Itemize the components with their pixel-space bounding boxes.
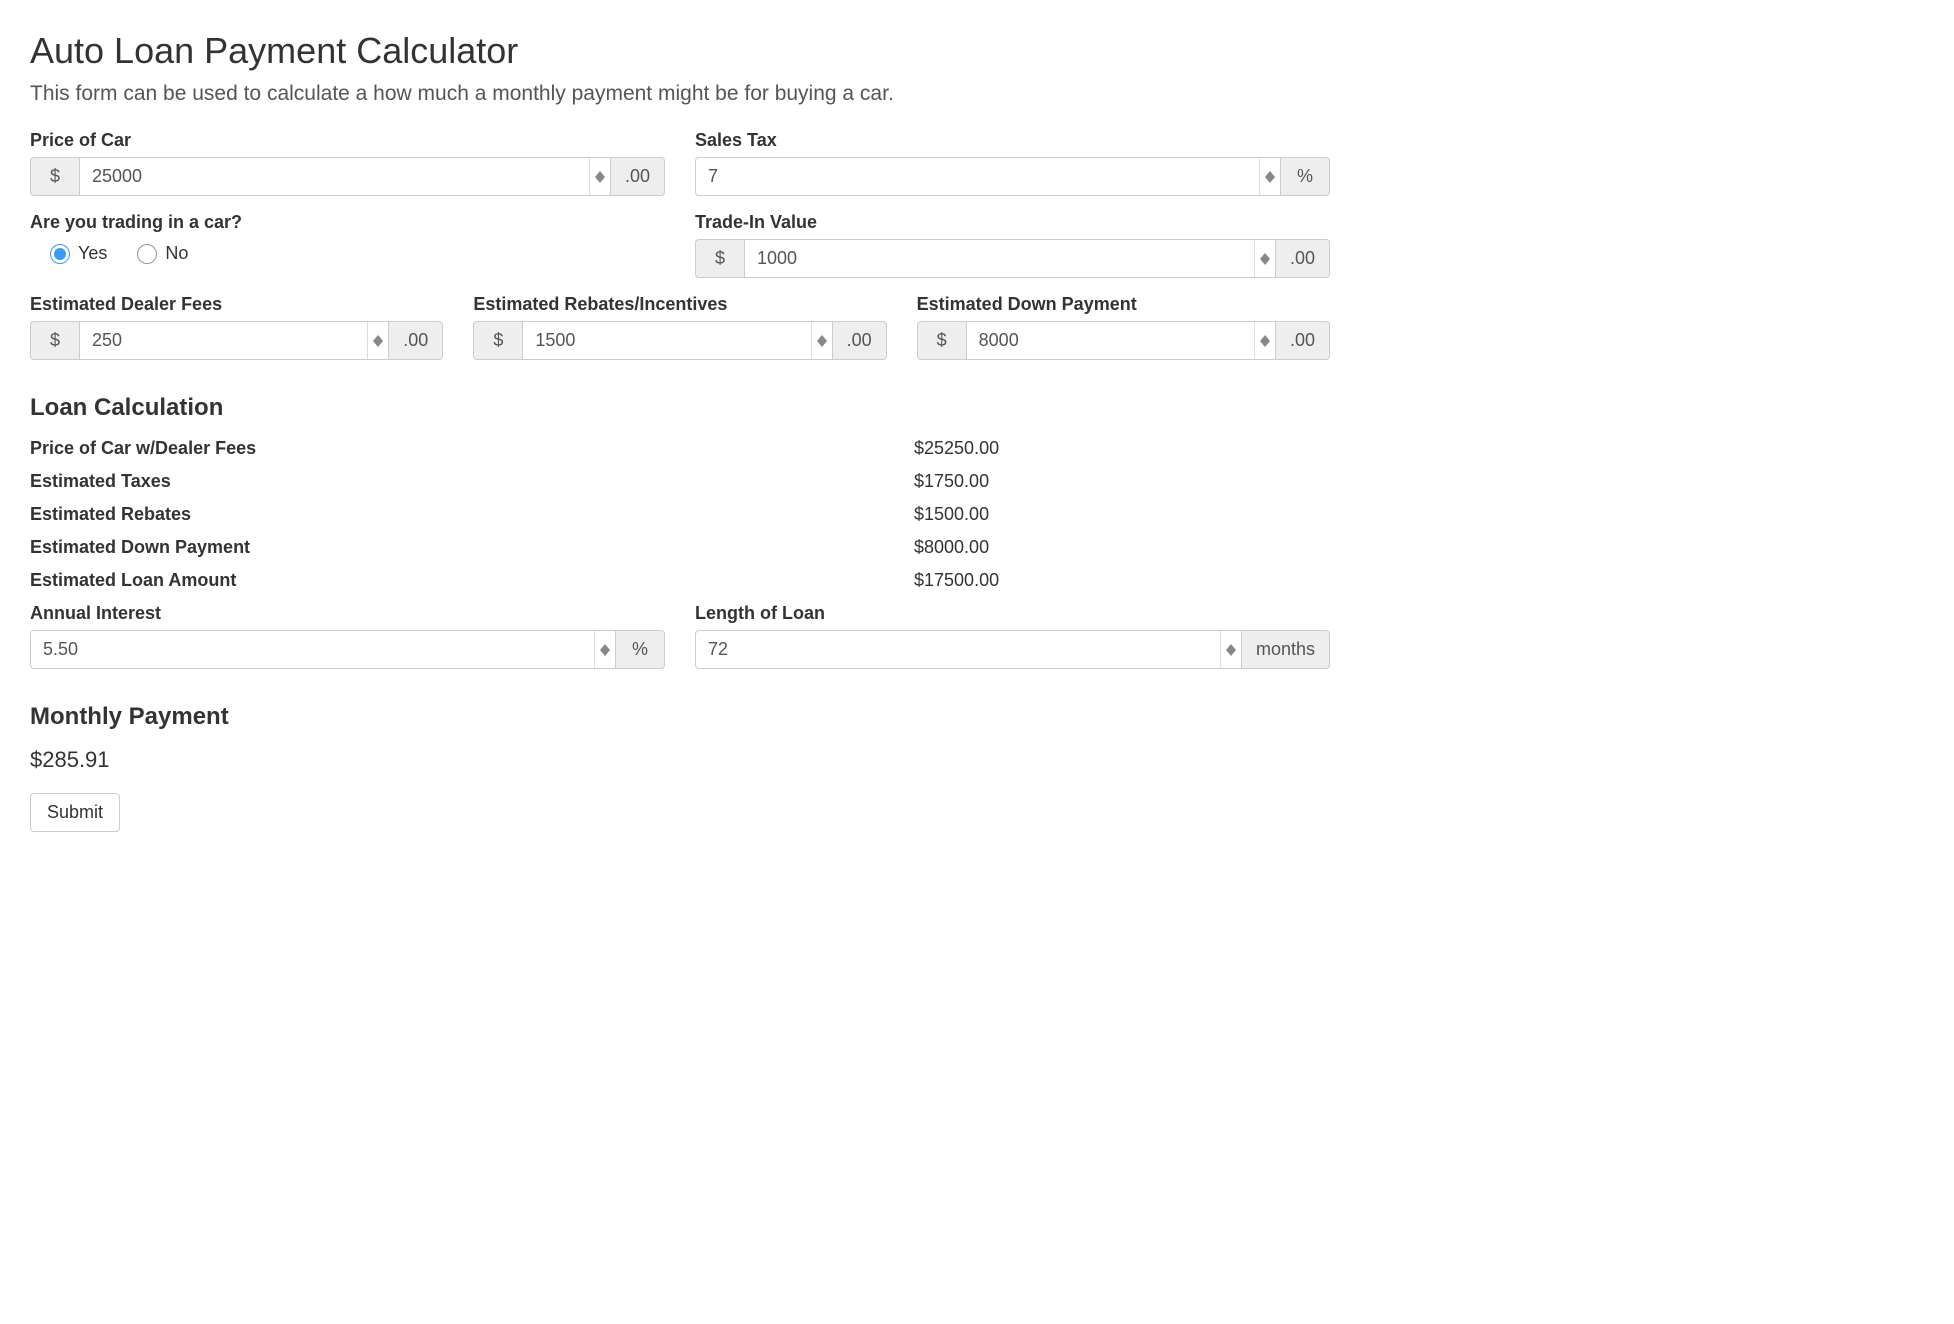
down-payment-label: Estimated Down Payment	[917, 294, 1330, 315]
loan-length-input[interactable]	[696, 631, 1220, 668]
trade-in-radio-yes[interactable]: Yes	[50, 243, 107, 264]
price-of-car-group: Price of Car $ .00	[30, 130, 665, 196]
rebates-label: Estimated Rebates/Incentives	[473, 294, 886, 315]
loan-length-label: Length of Loan	[695, 603, 1330, 624]
decimal-suffix: .00	[1276, 321, 1330, 360]
input-row-2: Are you trading in a car? Yes No Trade-I…	[15, 212, 1345, 294]
price-of-car-label: Price of Car	[30, 130, 665, 151]
calc-value: $17500.00	[914, 570, 1330, 591]
currency-prefix: $	[695, 239, 744, 278]
dealer-fees-input[interactable]	[80, 322, 367, 359]
trade-in-radio-no-label: No	[165, 243, 188, 264]
calc-row-est-rebates: Estimated Rebates $1500.00	[30, 504, 1330, 525]
trade-in-value-input-wrapper	[744, 239, 1276, 278]
trade-in-value-stepper[interactable]	[1254, 240, 1275, 277]
trade-in-value-group: Trade-In Value $ .00	[695, 212, 1330, 278]
annual-interest-stepper[interactable]	[594, 631, 615, 668]
annual-interest-input-wrapper	[30, 630, 616, 669]
trade-in-value-label: Trade-In Value	[695, 212, 1330, 233]
sales-tax-group: Sales Tax %	[695, 130, 1330, 196]
sales-tax-label: Sales Tax	[695, 130, 1330, 151]
page-container: Auto Loan Payment Calculator This form c…	[0, 0, 1360, 872]
radio-icon	[137, 244, 157, 264]
percent-suffix: %	[1281, 157, 1330, 196]
currency-prefix: $	[30, 157, 79, 196]
trade-in-question-label: Are you trading in a car?	[30, 212, 665, 233]
calc-value: $1500.00	[914, 504, 1330, 525]
calc-row-est-loan: Estimated Loan Amount $17500.00	[30, 570, 1330, 591]
decimal-suffix: .00	[389, 321, 443, 360]
calc-value: $8000.00	[914, 537, 1330, 558]
rebates-stepper[interactable]	[811, 322, 832, 359]
currency-prefix: $	[917, 321, 966, 360]
price-of-car-input[interactable]	[80, 158, 589, 195]
calc-value: $25250.00	[914, 438, 1330, 459]
price-of-car-stepper[interactable]	[589, 158, 610, 195]
page-title: Auto Loan Payment Calculator	[30, 30, 1330, 72]
calc-label: Estimated Down Payment	[30, 537, 914, 558]
calc-label: Price of Car w/Dealer Fees	[30, 438, 914, 459]
price-of-car-input-wrapper	[79, 157, 611, 196]
decimal-suffix: .00	[1276, 239, 1330, 278]
decimal-suffix: .00	[611, 157, 665, 196]
currency-prefix: $	[30, 321, 79, 360]
sales-tax-stepper[interactable]	[1259, 158, 1280, 195]
dealer-fees-label: Estimated Dealer Fees	[30, 294, 443, 315]
calc-label: Estimated Taxes	[30, 471, 914, 492]
monthly-payment-heading: Monthly Payment	[30, 703, 1330, 731]
dealer-fees-input-wrapper	[79, 321, 389, 360]
radio-icon	[50, 244, 70, 264]
decimal-suffix: .00	[833, 321, 887, 360]
trade-in-value-input[interactable]	[745, 240, 1254, 277]
loan-length-stepper[interactable]	[1220, 631, 1241, 668]
submit-button[interactable]: Submit	[30, 793, 120, 832]
months-suffix: months	[1242, 630, 1330, 669]
trade-in-radio-yes-label: Yes	[78, 243, 107, 264]
loan-length-group: Length of Loan months	[695, 603, 1330, 669]
down-payment-input-wrapper	[966, 321, 1276, 360]
input-row-1: Price of Car $ .00 Sales Tax	[15, 130, 1345, 212]
page-lead: This form can be used to calculate a how…	[30, 82, 1330, 106]
annual-interest-group: Annual Interest %	[30, 603, 665, 669]
calc-label: Estimated Loan Amount	[30, 570, 914, 591]
currency-prefix: $	[473, 321, 522, 360]
trade-in-radio-group: Yes No	[30, 239, 665, 264]
down-payment-group: Estimated Down Payment $ .00	[917, 294, 1330, 360]
input-row-3: Estimated Dealer Fees $ .00 Estimated R	[15, 294, 1345, 376]
calc-value: $1750.00	[914, 471, 1330, 492]
annual-interest-label: Annual Interest	[30, 603, 665, 624]
down-payment-input[interactable]	[967, 322, 1254, 359]
annual-interest-input[interactable]	[31, 631, 594, 668]
rebates-input[interactable]	[523, 322, 810, 359]
percent-suffix: %	[616, 630, 665, 669]
dealer-fees-group: Estimated Dealer Fees $ .00	[30, 294, 443, 360]
rebates-input-wrapper	[522, 321, 832, 360]
down-payment-stepper[interactable]	[1254, 322, 1275, 359]
rebates-group: Estimated Rebates/Incentives $ .00	[473, 294, 886, 360]
calc-row-est-down: Estimated Down Payment $8000.00	[30, 537, 1330, 558]
calc-row-price-with-fees: Price of Car w/Dealer Fees $25250.00	[30, 438, 1330, 459]
trade-in-question-group: Are you trading in a car? Yes No	[30, 212, 665, 264]
monthly-payment-value: $285.91	[30, 747, 1330, 773]
dealer-fees-stepper[interactable]	[367, 322, 388, 359]
sales-tax-input[interactable]	[696, 158, 1259, 195]
calc-label: Estimated Rebates	[30, 504, 914, 525]
trade-in-radio-no[interactable]: No	[137, 243, 188, 264]
calc-row-est-taxes: Estimated Taxes $1750.00	[30, 471, 1330, 492]
sales-tax-input-wrapper	[695, 157, 1281, 196]
input-row-interest-length: Annual Interest % Length of Loan	[15, 603, 1345, 685]
loan-length-input-wrapper	[695, 630, 1242, 669]
loan-calculation-heading: Loan Calculation	[30, 394, 1330, 422]
